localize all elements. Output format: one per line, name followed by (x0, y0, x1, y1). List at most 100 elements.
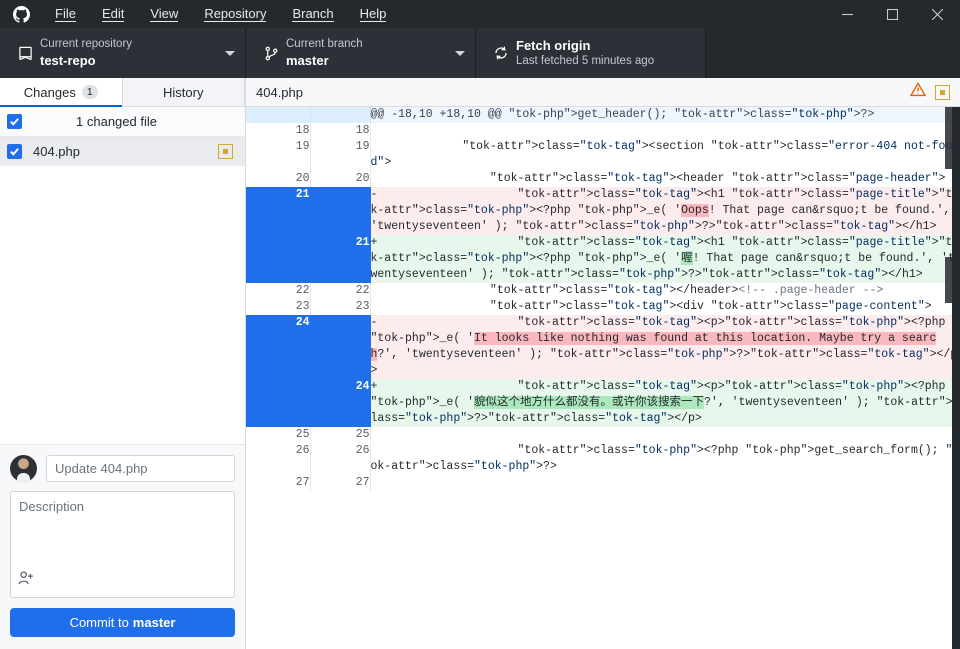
file-checkbox[interactable] (7, 144, 22, 159)
menu-item-view[interactable]: View (137, 0, 191, 28)
toolbar: Current repository test-repo Current bra… (0, 28, 960, 78)
diff-new-line-number (310, 187, 371, 235)
commit-button[interactable]: Commit to master (10, 608, 235, 637)
diff-new-line-number (310, 315, 371, 379)
diff-new-line-number: 20 (310, 171, 371, 187)
diff-line-add[interactable]: 24 + "tok-attr">class="tok-tag"><p>"tok-a… (246, 379, 960, 427)
tab-history-label: History (163, 84, 204, 100)
diff-old-line-number: 20 (246, 171, 311, 187)
diff-scrollbar-thumb-secondary[interactable] (945, 257, 952, 303)
diff-line-content: "tok-attr">class="tok-tag"><section "tok… (369, 139, 960, 171)
diff-line-content: @@ -18,10 +18,10 @@ "tok-php">get_header… (369, 107, 960, 123)
diff-old-line-number: 27 (246, 475, 311, 491)
changed-files-summary: 1 changed file (76, 114, 157, 129)
diff-line-content (369, 427, 960, 443)
current-branch-button[interactable]: Current branch master (246, 28, 476, 78)
menu-item-file-label: File (55, 6, 76, 22)
fetch-origin-subtitle: Last fetched 5 minutes ago (516, 55, 655, 67)
diff-line-ctx[interactable]: 25 25 (246, 427, 960, 443)
menu-item-view-label: View (150, 6, 179, 22)
menu-item-edit-label: Edit (101, 6, 125, 22)
minimize-icon[interactable] (825, 0, 870, 28)
diff-header: 404.php (246, 78, 960, 107)
commit-description-input[interactable]: Description (10, 491, 235, 598)
diff-old-line-number: 24 (246, 315, 311, 379)
warning-triangle-icon[interactable] (909, 82, 927, 102)
menu-item-file[interactable]: File (42, 0, 89, 28)
menu-item-edit[interactable]: Edit (89, 0, 137, 28)
diff-line-ctx[interactable]: 18 18 (246, 123, 960, 139)
tab-changes-label: Changes (23, 84, 76, 100)
diff-old-line-number (246, 107, 311, 123)
commit-button-branch: master (132, 615, 176, 630)
diff-old-line-number (246, 379, 311, 427)
fetch-origin-button[interactable]: Fetch origin Last fetched 5 minutes ago (476, 28, 706, 78)
diff-line-ctx[interactable]: 22 22 "tok-attr">class="tok-tag"></header… (246, 283, 960, 299)
menu-item-help[interactable]: Help (347, 0, 400, 28)
diff-line-ctx[interactable]: 23 23 "tok-attr">class="tok-tag"><div "to… (246, 299, 960, 315)
menu-bar: File Edit View Repository Branch Help (42, 0, 399, 28)
diff-new-line-number: 22 (310, 283, 371, 299)
close-icon[interactable] (915, 0, 960, 28)
menu-item-repository-label: Repository (204, 6, 267, 22)
diff-old-line-number: 22 (246, 283, 311, 299)
diff-line-content: - "tok-attr">class="tok-tag"><h1 "tok-at… (369, 187, 960, 235)
diff-line-del[interactable]: 21 - "tok-attr">class="tok-tag"><h1 "tok… (246, 187, 960, 235)
add-coauthor-icon[interactable] (18, 570, 35, 592)
diff-line-content: - "tok-attr">class="tok-tag"><p>"tok-att… (369, 315, 960, 379)
diff-line-content: + "tok-attr">class="tok-tag"><h1 "tok-at… (369, 235, 960, 283)
diff-line-content: "tok-attr">class="tok-tag"><header "tok-… (369, 171, 960, 187)
changed-files-header: 1 changed file (0, 107, 245, 137)
commit-button-prefix: Commit to (69, 615, 129, 630)
diff-new-line-number: 26 (310, 443, 371, 475)
menu-item-branch-label: Branch (292, 6, 334, 22)
diff-old-line-number: 18 (246, 123, 311, 139)
diff-line-ctx[interactable]: 19 19 "tok-attr">class="tok-tag"><section… (246, 139, 960, 171)
diff-old-line-number: 21 (246, 187, 311, 235)
modified-box-icon[interactable] (935, 84, 950, 100)
diff-old-line-number: 19 (246, 139, 311, 171)
diff-line-content: "tok-attr">class="tok-php"><?php "tok-ph… (369, 443, 960, 475)
repo-icon (10, 46, 40, 61)
diff-line-content (369, 475, 960, 491)
diff-line-ctx[interactable]: 26 26 "tok-attr">class="tok-php"><?php "t… (246, 443, 960, 475)
tab-changes[interactable]: Changes 1 (0, 78, 123, 107)
diff-line-del[interactable]: 24 - "tok-attr">class="tok-tag"><p>"tok-… (246, 315, 960, 379)
diff-line-content: "tok-attr">class="tok-tag"><div "tok-att… (369, 299, 960, 315)
diff-viewer[interactable]: @@ -18,10 +18,10 @@ "tok-php">get_header… (246, 107, 960, 649)
diff-new-line-number: 23 (310, 299, 371, 315)
diff-new-line-number: 19 (310, 139, 371, 171)
maximize-icon[interactable] (870, 0, 915, 28)
diff-old-line-number: 23 (246, 299, 311, 315)
current-repository-value: test-repo (40, 53, 96, 68)
diff-scrollbar-thumb[interactable] (945, 107, 952, 169)
commit-summary-row: Update 404.php (10, 455, 235, 482)
current-repository-button[interactable]: Current repository test-repo (0, 28, 246, 78)
diff-rows: @@ -18,10 +18,10 @@ "tok-php">get_header… (246, 107, 960, 491)
commit-summary-input[interactable]: Update 404.php (46, 455, 235, 482)
tab-history[interactable]: History (122, 78, 245, 106)
sidebar: Changes 1 History 1 changed file 404.php (0, 78, 246, 649)
diff-line-ctx[interactable]: 20 20 "tok-attr">class="tok-tag"><header … (246, 171, 960, 187)
github-logo-icon (0, 5, 42, 23)
commit-area: Update 404.php Description Commit to mas… (0, 445, 245, 649)
diff-line-content: + "tok-attr">class="tok-tag"><p>"tok-att… (369, 379, 960, 427)
list-item[interactable]: 404.php (0, 137, 245, 166)
diff-new-line-number: 24 (310, 379, 371, 427)
window-controls (825, 0, 960, 28)
diff-panel: 404.php @@ -18,10 +18,10 @@ "tok-php">ge… (246, 78, 960, 649)
diff-line-add[interactable]: 21 + "tok-attr">class="tok-tag"><h1 "tok-… (246, 235, 960, 283)
diff-table: @@ -18,10 +18,10 @@ "tok-php">get_header… (246, 107, 960, 491)
diff-line-content: "tok-attr">class="tok-tag"></header><!--… (369, 283, 960, 299)
file-list-empty-space (0, 166, 245, 445)
current-branch-label: Current branch (286, 38, 363, 50)
window-right-edge (952, 107, 960, 649)
diff-actions (909, 82, 950, 102)
menu-item-repository[interactable]: Repository (191, 0, 279, 28)
menu-item-branch[interactable]: Branch (279, 0, 346, 28)
select-all-checkbox[interactable] (7, 114, 22, 129)
diff-line-hunk[interactable]: @@ -18,10 +18,10 @@ "tok-php">get_header… (246, 107, 960, 123)
diff-line-ctx[interactable]: 27 27 (246, 475, 960, 491)
main-body: Changes 1 History 1 changed file 404.php (0, 78, 960, 649)
file-name: 404.php (33, 144, 80, 159)
